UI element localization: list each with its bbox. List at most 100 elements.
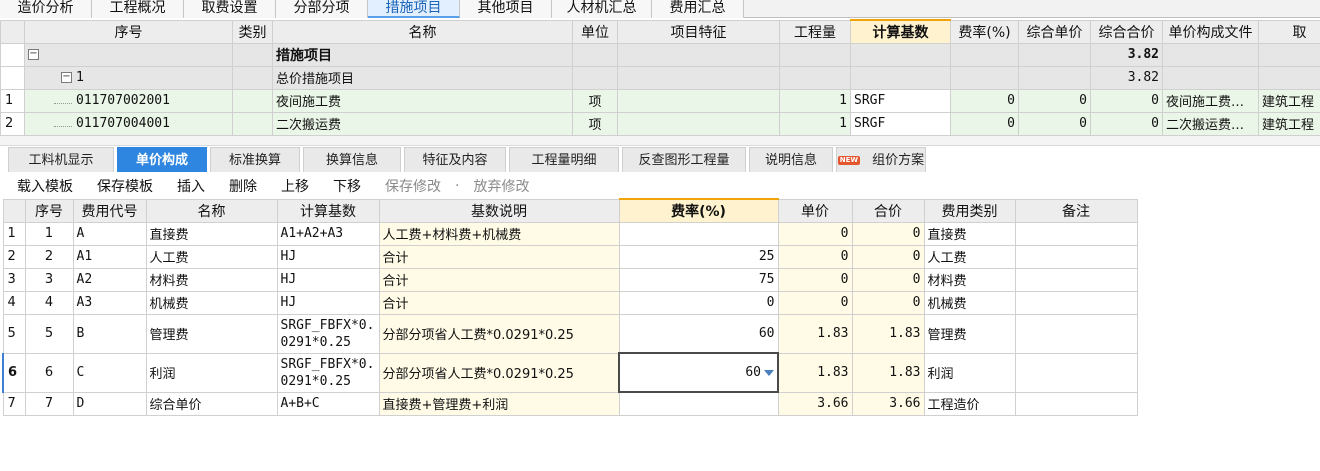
row-rate[interactable] <box>618 221 779 246</box>
row-calc-base[interactable]: HJ <box>276 267 380 292</box>
row-remark[interactable] <box>1014 267 1138 292</box>
table-row[interactable]: 1 011707002001 夜间施工费 项 1 SRGF 0 0 0 夜间施工… <box>0 88 1320 113</box>
row-rate[interactable]: 0 <box>950 88 1019 113</box>
tab-labor-material-summary[interactable]: 人材机汇总 <box>552 0 652 18</box>
row-seq[interactable]: 6 <box>24 352 74 393</box>
tab-features-content[interactable]: 特征及内容 <box>404 147 506 172</box>
row-name[interactable]: 人工费 <box>145 244 278 269</box>
tab-measures[interactable]: 措施项目 <box>368 0 460 18</box>
dropdown-arrow-icon[interactable] <box>764 369 774 376</box>
save-template-button[interactable]: 保存模板 <box>97 176 153 196</box>
row-calc-base[interactable]: A+B+C <box>276 391 380 416</box>
col-header-fee-category[interactable]: 费用类别 <box>923 198 1016 223</box>
row-remark[interactable] <box>1014 313 1138 354</box>
col-header-features[interactable]: 项目特征 <box>617 19 780 44</box>
row-fee-code[interactable]: A3 <box>72 290 147 315</box>
collapse-icon[interactable]: − <box>28 49 39 60</box>
table-row-selected[interactable]: 6 6 C 利润 SRGF_FBFX*0. 0291*0.25 分部分项省人工费*… <box>2 352 1138 393</box>
row-quantity[interactable]: 1 <box>779 111 851 136</box>
table-row[interactable]: 3 3 A2 材料费 HJ 合计 75 0 0 材料费 <box>2 267 1138 292</box>
table-row[interactable]: 4 4 A3 机械费 HJ 合计 0 0 0 机械费 <box>2 290 1138 315</box>
table-row[interactable]: 2 011707004001 二次搬运费 项 1 SRGF 0 0 0 二次搬运… <box>0 111 1320 136</box>
row-fee-type[interactable]: 建筑工程 <box>1258 111 1320 136</box>
col-header-category[interactable]: 类别 <box>232 19 273 44</box>
row-remark[interactable] <box>1014 391 1138 416</box>
row-fee-category[interactable]: 管理费 <box>923 313 1016 354</box>
delete-button[interactable]: 删除 <box>229 176 257 196</box>
row-fee-category[interactable]: 工程造价 <box>923 391 1016 416</box>
col-header-remark[interactable]: 备注 <box>1014 198 1138 223</box>
row-name[interactable]: 夜间施工费 <box>272 88 573 113</box>
row-fee-code[interactable]: A1 <box>72 244 147 269</box>
row-fee-code[interactable]: A2 <box>72 267 147 292</box>
move-up-button[interactable]: 上移 <box>281 176 309 196</box>
row-rate[interactable]: 0 <box>950 111 1019 136</box>
tab-cost-summary[interactable]: 费用汇总 <box>652 0 744 18</box>
col-header-total-price[interactable]: 综合合价 <box>1090 19 1163 44</box>
tab-standard-conversion[interactable]: 标准换算 <box>210 147 300 172</box>
load-template-button[interactable]: 载入模板 <box>17 176 73 196</box>
col-header-total[interactable]: 合价 <box>851 198 925 223</box>
row-unit[interactable]: 项 <box>572 111 618 136</box>
tab-quantity-details[interactable]: 工程量明细 <box>509 147 619 172</box>
row-rate[interactable]: 75 <box>618 267 779 292</box>
row-fee-category[interactable]: 人工费 <box>923 244 1016 269</box>
row-rate[interactable]: 60 <box>618 313 779 354</box>
row-rate[interactable] <box>618 391 779 416</box>
col-header-name[interactable]: 名称 <box>145 198 278 223</box>
table-row[interactable]: − 措施项目 3.82 <box>0 42 1320 67</box>
col-header-unit-price[interactable]: 单价 <box>777 198 853 223</box>
row-price-file[interactable]: 夜间施工费… <box>1162 88 1259 113</box>
row-fee-code[interactable]: D <box>72 391 147 416</box>
row-rate[interactable]: 0 <box>618 290 779 315</box>
row-fee-category[interactable]: 材料费 <box>923 267 1016 292</box>
row-remark[interactable] <box>1014 244 1138 269</box>
col-header-rate[interactable]: 费率(%) <box>950 19 1019 44</box>
collapse-icon[interactable]: − <box>61 72 72 83</box>
row-fee-code[interactable]: C <box>72 352 147 393</box>
rate-dropdown[interactable]: 60 <box>618 352 779 393</box>
move-down-button[interactable]: 下移 <box>333 176 361 196</box>
row-name[interactable]: 材料费 <box>145 267 278 292</box>
row-seq[interactable]: 2 <box>24 244 74 269</box>
row-name[interactable]: 机械费 <box>145 290 278 315</box>
table-row[interactable]: 7 7 D 综合单价 A+B+C 直接费+管理费+利润 3.66 3.66 工程… <box>2 391 1138 416</box>
row-calc-base[interactable]: A1+A2+A3 <box>276 221 380 246</box>
col-header-calc-base[interactable]: 计算基数 <box>276 198 380 223</box>
row-name[interactable]: 管理费 <box>145 313 278 354</box>
row-name[interactable]: 二次搬运费 <box>272 111 573 136</box>
discard-changes-button[interactable]: 放弃修改 <box>473 176 529 196</box>
row-remark[interactable] <box>1014 290 1138 315</box>
tab-labor-material-display[interactable]: 工料机显示 <box>8 147 114 172</box>
insert-button[interactable]: 插入 <box>177 176 205 196</box>
row-fee-code[interactable]: A <box>72 221 147 246</box>
col-header-rate[interactable]: 费率(%) <box>618 198 779 223</box>
row-name[interactable]: 利润 <box>145 352 278 393</box>
tab-price-composition[interactable]: 单价构成 <box>117 147 207 172</box>
tab-fee-settings[interactable]: 取费设置 <box>184 0 276 18</box>
row-quantity[interactable]: 1 <box>779 88 851 113</box>
row-seq[interactable]: 3 <box>24 267 74 292</box>
col-header-seq[interactable]: 序号 <box>24 198 74 223</box>
row-remark[interactable] <box>1014 352 1138 393</box>
row-seq[interactable]: 5 <box>24 313 74 354</box>
tab-cost-analysis[interactable]: 造价分析 <box>0 0 92 18</box>
row-calc-base[interactable]: SRGF <box>850 111 951 136</box>
row-calc-base[interactable]: HJ <box>276 244 380 269</box>
col-header-unit-price[interactable]: 综合单价 <box>1018 19 1091 44</box>
col-header-price-file[interactable]: 单价构成文件 <box>1162 19 1259 44</box>
tab-other-items[interactable]: 其他项目 <box>460 0 552 18</box>
tab-sub-items[interactable]: 分部分项 <box>276 0 368 18</box>
row-calc-base[interactable]: SRGF <box>850 88 951 113</box>
panel-splitter[interactable] <box>0 136 1320 146</box>
col-header-fee-type[interactable]: 取 <box>1258 19 1320 44</box>
save-changes-button[interactable]: 保存修改 <box>385 176 441 196</box>
row-seq[interactable]: 7 <box>24 391 74 416</box>
col-header-unit[interactable]: 单位 <box>572 19 618 44</box>
tab-reverse-lookup[interactable]: 反查图形工程量 <box>622 147 746 172</box>
row-name[interactable]: 直接费 <box>145 221 278 246</box>
table-row[interactable]: 2 2 A1 人工费 HJ 合计 25 0 0 人工费 <box>2 244 1138 269</box>
row-calc-base[interactable]: HJ <box>276 290 380 315</box>
tab-project-overview[interactable]: 工程概况 <box>92 0 184 18</box>
table-row[interactable]: 5 5 B 管理费 SRGF_FBFX*0. 0291*0.25 分部分项省人工费… <box>2 313 1138 354</box>
